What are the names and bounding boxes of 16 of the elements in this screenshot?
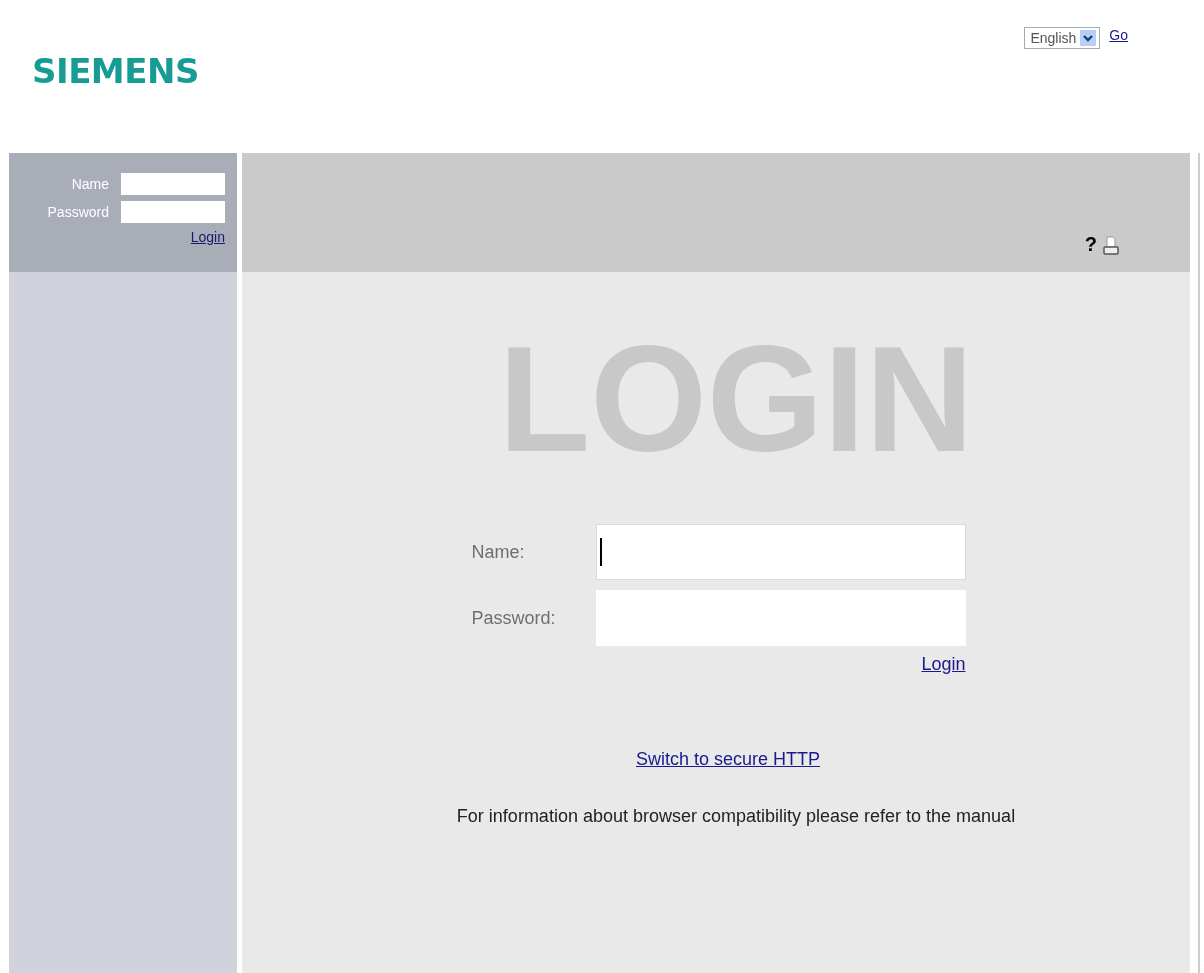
language-select[interactable]: English — [1024, 27, 1101, 49]
input-field[interactable] — [595, 524, 966, 580]
field-label: Password — [47, 204, 109, 220]
field-label: Name — [71, 176, 109, 192]
go-link[interactable]: Go — [1109, 27, 1128, 43]
info-text: For information about browser compatibility please refer to the manual — [456, 806, 1016, 827]
field-label: Password: — [471, 607, 557, 629]
login-link[interactable]: Login — [921, 654, 966, 675]
input-field[interactable] — [121, 201, 225, 223]
logo: SIEMENS — [32, 51, 199, 91]
help-button[interactable]: ? — [1084, 233, 1097, 256]
input-field[interactable] — [121, 173, 225, 195]
printer-icon[interactable] — [1103, 236, 1119, 256]
secure-http-link[interactable]: Switch to secure HTTP — [635, 749, 821, 770]
login-link[interactable]: Login — [190, 229, 225, 245]
field-label: Name: — [471, 541, 526, 563]
